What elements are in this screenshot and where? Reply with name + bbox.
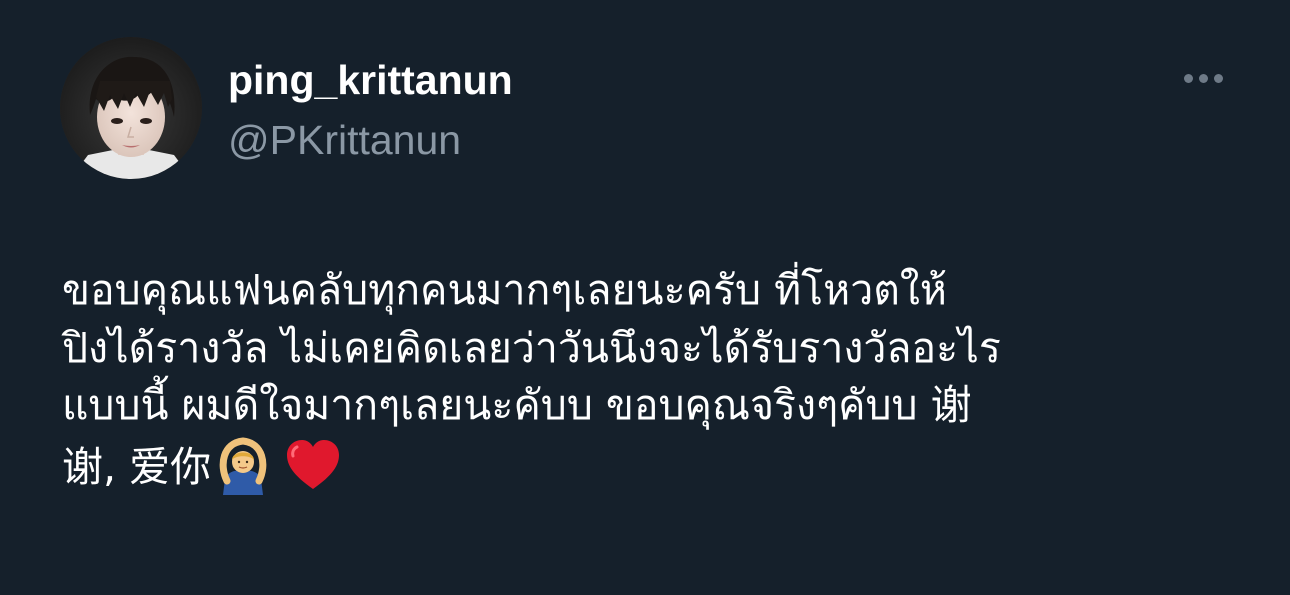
tweet-text-line: แบบนี้ ผมดีใจมากๆเลยนะคับบ ขอบคุณจริงๆคั… [62,381,972,429]
tweet-text-line: 谢, 爱你 [62,442,212,491]
tweet-text-line: ปิงได้รางวัล ไม่เคยคิดเลยว่าวันนึงจะได้ร… [62,323,1001,372]
red-heart-icon [283,435,343,495]
more-horizontal-icon [1183,73,1193,83]
user-handle[interactable]: @PKrittanun [228,112,461,168]
more-options-button[interactable] [1172,58,1234,98]
avatar[interactable] [60,37,202,179]
tweet-text-line: ขอบคุณแฟนคลับทุกคนมากๆเลยนะครับ ที่โหวตใ… [62,266,947,314]
more-horizontal-icon [1213,73,1223,83]
tweet-card: ping_krittanun @PKrittanun ขอบคุณแฟนคลับ… [0,0,1290,595]
more-horizontal-icon [1198,73,1208,83]
tweet-text: ขอบคุณแฟนคลับทุกคนมากๆเลยนะครับ ที่โหวตใ… [62,262,1232,495]
avatar-photo [60,37,202,179]
tweet-text-line-last: 谢, 爱你 [62,435,1232,495]
person-gesturing-ok-icon [213,435,273,495]
display-name[interactable]: ping_krittanun [228,52,513,108]
